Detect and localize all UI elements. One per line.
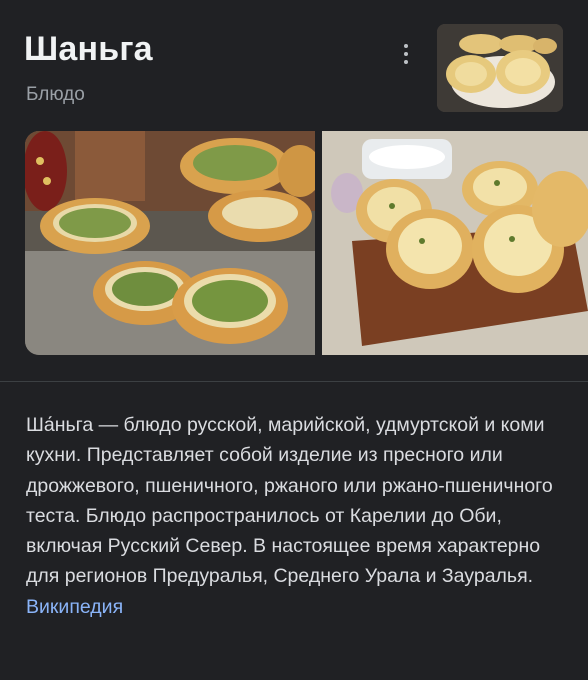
section-divider — [0, 381, 588, 382]
entity-description: Ша́ньга — блюдо русской, марийской, удму… — [26, 410, 571, 622]
more-options-icon[interactable] — [396, 40, 416, 68]
gallery-image-shanga-board[interactable] — [322, 131, 588, 355]
entity-title: Шаньга — [24, 30, 153, 68]
entity-subtitle: Блюдо — [26, 84, 85, 105]
wikipedia-link[interactable]: Википедия — [26, 596, 123, 618]
thumbnail-image[interactable] — [437, 24, 563, 112]
description-text: Ша́ньга — блюдо русской, марийской, удму… — [26, 414, 553, 588]
gallery-image-shanga-greens[interactable] — [25, 131, 315, 355]
